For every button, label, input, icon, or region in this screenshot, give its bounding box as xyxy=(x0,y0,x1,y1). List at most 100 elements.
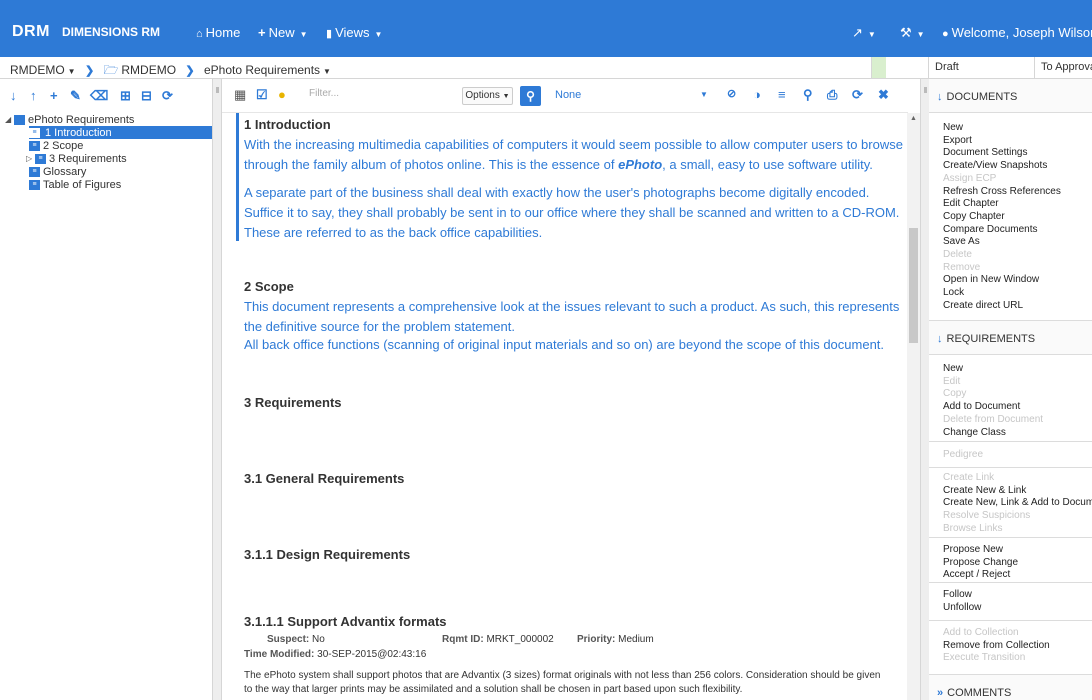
tree-item-requirements[interactable]: ▷ ≡ 3 Requirements xyxy=(26,152,127,165)
move-up-icon[interactable]: ↑ xyxy=(30,88,37,103)
breadcrumb-project[interactable]: RMDEMO xyxy=(10,63,65,77)
tools-menu[interactable]: ⚒ ▼ xyxy=(900,25,925,41)
check-icon[interactable]: ☑ xyxy=(256,87,268,103)
action-unfollow[interactable]: Unfollow xyxy=(929,602,1092,615)
filter-input[interactable]: Filter... xyxy=(309,88,339,99)
action-copy-chapter[interactable]: Copy Chapter xyxy=(929,211,1092,224)
action-propose-new[interactable]: Propose New xyxy=(929,544,1092,557)
double-chevron-down-icon: ↓ xyxy=(937,333,943,345)
introduction-paragraph-1[interactable]: With the increasing multimedia capabilit… xyxy=(244,135,904,175)
requirements-section-header[interactable]: ↓ REQUIREMENTS xyxy=(929,321,1092,355)
requirement-follow-actions: Follow Unfollow xyxy=(929,583,1092,621)
introduction-paragraph-2[interactable]: A separate part of the business shall de… xyxy=(244,183,904,243)
tree-root[interactable]: ◢ ePhoto Requirements xyxy=(5,113,134,126)
section-heading-requirements[interactable]: 3 Requirements xyxy=(244,395,342,410)
action-create-view-snapshots[interactable]: Create/View Snapshots xyxy=(929,160,1092,173)
tree-item-scope[interactable]: ≡ 2 Scope xyxy=(29,139,83,152)
scrollbar-thumb[interactable] xyxy=(909,228,918,343)
views-menu[interactable]: ▮ Views ▼ xyxy=(326,25,382,40)
double-chevron-down-icon: ↓ xyxy=(937,91,943,103)
action-save-as[interactable]: Save As xyxy=(929,236,1092,249)
comments-section-header[interactable]: » COMMENTS xyxy=(929,675,1092,700)
share-menu[interactable]: ↗ ▼ xyxy=(852,25,876,41)
tree-item-glossary[interactable]: ≡ Glossary xyxy=(29,165,86,178)
home-link[interactable]: ⌂ Home xyxy=(196,25,240,40)
chevron-right-icon: ❯ xyxy=(185,65,195,77)
action-create-new-link[interactable]: Create New & Link xyxy=(929,485,1092,498)
delete-icon[interactable]: ⌫ xyxy=(90,88,108,104)
action-remove: Remove xyxy=(943,261,981,273)
document-scrollbar[interactable] xyxy=(907,113,920,700)
action-remove-from-collection[interactable]: Remove from Collection xyxy=(929,640,1092,653)
documents-section-header[interactable]: ↓ DOCUMENTS xyxy=(929,79,1092,113)
close-icon[interactable]: ✖ xyxy=(878,87,889,103)
section-heading-introduction[interactable]: 1 Introduction xyxy=(244,117,331,132)
view-select[interactable]: None xyxy=(555,89,581,101)
lightbulb-icon[interactable]: ● xyxy=(278,87,286,102)
scope-paragraph-2[interactable]: All back office functions (scanning of o… xyxy=(244,335,904,355)
chevron-down-icon: ▼ xyxy=(916,30,925,39)
time-modified-value: 30-SEP-2015@02:43:16 xyxy=(317,649,427,660)
action-add-to-document[interactable]: Add to Document xyxy=(929,401,1092,414)
action-compare-documents[interactable]: Compare Documents xyxy=(929,224,1092,237)
document-icon xyxy=(14,114,25,125)
edit-icon[interactable]: ✎ xyxy=(70,88,81,104)
action-lock[interactable]: Lock xyxy=(929,287,1092,300)
action-follow[interactable]: Follow xyxy=(929,589,1092,602)
breadcrumb-folder[interactable]: RMDEMO xyxy=(121,63,176,77)
expand-all-icon[interactable]: ⊞ xyxy=(120,88,131,104)
options-dropdown[interactable]: Options ▼ xyxy=(462,87,513,105)
product-name: DIMENSIONS RM xyxy=(62,25,161,39)
action-propose-change[interactable]: Propose Change xyxy=(929,557,1092,570)
chevron-down-icon: ▼ xyxy=(299,30,308,39)
hide-icon[interactable]: ⊘ xyxy=(727,87,736,100)
left-splitter[interactable] xyxy=(213,79,222,700)
scroll-up-icon[interactable]: ▲ xyxy=(910,115,917,122)
transition-button[interactable]: To Approval xyxy=(1034,57,1092,78)
chevron-down-icon[interactable]: ▼ xyxy=(700,90,708,99)
right-splitter[interactable] xyxy=(920,79,929,700)
section-heading-scope[interactable]: 2 Scope xyxy=(244,279,294,294)
pie-chart-icon[interactable]: ◑ xyxy=(753,87,761,102)
action-create-direct-url[interactable]: Create direct URL xyxy=(929,300,1092,313)
priority-label: Priority: xyxy=(577,634,616,645)
action-new[interactable]: New xyxy=(929,122,1092,135)
splitter-grip[interactable] xyxy=(216,87,219,93)
document-content: 1 Introduction With the increasing multi… xyxy=(222,113,908,700)
section-heading-general-requirements[interactable]: 3.1 General Requirements xyxy=(244,471,404,486)
list-icon[interactable]: ≡ xyxy=(778,87,786,102)
breadcrumb-document[interactable]: ePhoto Requirements xyxy=(204,63,320,77)
user-menu[interactable]: ●Welcome, Joseph Wilson▼ xyxy=(942,25,1092,40)
splitter-grip[interactable] xyxy=(924,87,927,93)
action-new[interactable]: New xyxy=(929,363,1092,376)
new-menu[interactable]: + New ▼ xyxy=(258,25,308,40)
chevron-down-icon[interactable]: ▼ xyxy=(68,67,76,76)
refresh-icon[interactable]: ⟳ xyxy=(852,87,863,103)
requirement-heading-advantix[interactable]: 3.1.1.1 Support Advantix formats xyxy=(244,614,447,629)
action-document-settings[interactable]: Document Settings xyxy=(929,147,1092,160)
action-open-in-new-window[interactable]: Open in New Window xyxy=(929,274,1092,287)
tree-item-table-of-figures[interactable]: ≡ Table of Figures xyxy=(29,178,121,191)
zoom-icon[interactable]: ⚲ xyxy=(803,87,813,103)
refresh-icon[interactable]: ⟳ xyxy=(162,88,173,104)
action-create-new-link-add-to-document[interactable]: Create New, Link & Add to Document xyxy=(929,497,1092,510)
search-button[interactable]: ⚲ xyxy=(520,86,541,106)
requirement-text[interactable]: The ePhoto system shall support photos t… xyxy=(244,669,884,697)
scope-paragraph-1[interactable]: This document represents a comprehensive… xyxy=(244,297,904,337)
tree-item-introduction[interactable]: ≡ 1 Introduction xyxy=(29,126,212,139)
save-icon[interactable]: ▦ xyxy=(234,87,246,103)
section-heading-design-requirements[interactable]: 3.1.1 Design Requirements xyxy=(244,547,410,562)
action-change-class[interactable]: Change Class xyxy=(929,427,1092,440)
print-icon[interactable]: ⎙ xyxy=(827,87,837,103)
chevron-down-icon[interactable]: ▼ xyxy=(323,67,331,76)
action-accept-reject[interactable]: Accept / Reject xyxy=(929,569,1092,582)
action-export[interactable]: Export xyxy=(929,135,1092,148)
action-refresh-cross-references[interactable]: Refresh Cross References xyxy=(929,186,1092,199)
action-edit-chapter[interactable]: Edit Chapter xyxy=(929,198,1092,211)
expand-arrow-icon[interactable]: ▷ xyxy=(26,154,35,163)
top-navbar: DRM DIMENSIONS RM ⌂ Home + New ▼ ▮ Views ▼ ↗ ▼… xyxy=(0,0,1092,57)
collapse-arrow-icon[interactable]: ◢ xyxy=(5,115,14,124)
move-down-icon[interactable]: ↓ xyxy=(10,88,17,103)
add-icon[interactable]: + xyxy=(50,88,58,103)
collapse-all-icon[interactable]: ⊟ xyxy=(141,88,152,104)
